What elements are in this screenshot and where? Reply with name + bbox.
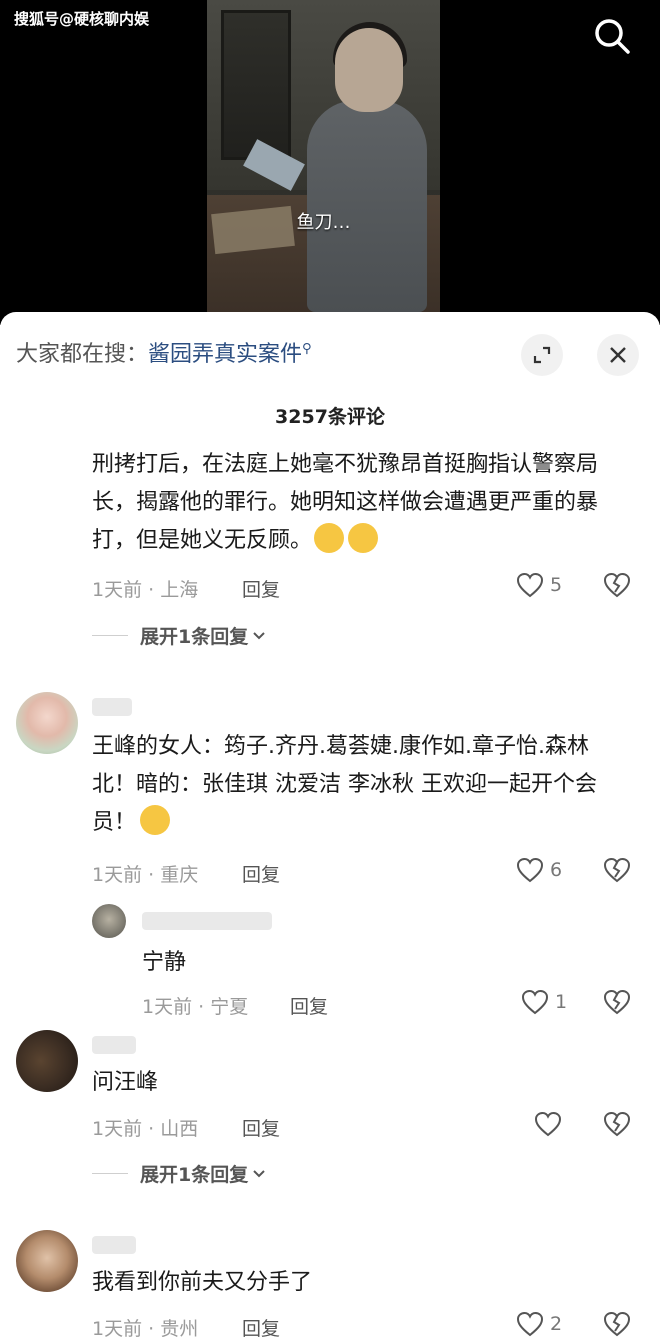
broken-heart-icon xyxy=(603,1311,631,1337)
divider-line xyxy=(92,635,128,636)
video-frame: 鱼刀… xyxy=(207,0,440,312)
fullscreen-button[interactable] xyxy=(521,334,563,376)
avatar[interactable] xyxy=(16,1230,78,1292)
username-blurred xyxy=(92,1036,136,1054)
video-subtitle: 鱼刀… xyxy=(296,212,351,233)
search-icon xyxy=(595,19,630,54)
like-button[interactable]: 6 xyxy=(516,857,562,883)
close-icon xyxy=(610,347,626,363)
chevron-down-icon xyxy=(253,631,265,639)
scene-figure xyxy=(307,100,427,312)
dislike-button[interactable] xyxy=(603,857,631,887)
comment-meta: 1天前 · 重庆 xyxy=(92,864,199,886)
expand-replies-label: 展开1条回复 xyxy=(140,1164,249,1186)
comment-meta: 1天前 · 宁夏 xyxy=(142,996,249,1018)
heart-icon xyxy=(521,989,549,1015)
heart-icon xyxy=(534,1111,562,1137)
like-button[interactable]: 2 xyxy=(516,1311,562,1337)
emoji-icon xyxy=(140,805,171,835)
emoji-icon xyxy=(348,523,379,553)
reply-button[interactable]: 回复 xyxy=(242,1314,280,1339)
comment-meta: 1天前 · 山西 xyxy=(92,1118,199,1140)
like-button[interactable] xyxy=(534,1111,568,1137)
expand-replies-button[interactable]: 展开1条回复 xyxy=(92,622,266,649)
hot-search-link[interactable]: 大家都在搜：酱园弄真实案件⚲ xyxy=(16,336,312,368)
comment-meta: 1天前 · 上海 xyxy=(92,579,199,601)
video-player[interactable]: 鱼刀… 搜狐号@硬核聊内娱 xyxy=(0,0,660,325)
hot-search-prefix: 大家都在搜： xyxy=(16,342,149,367)
comment-text: 问汪峰 xyxy=(92,1070,159,1095)
username-blurred xyxy=(92,698,132,716)
divider-line xyxy=(92,1173,128,1174)
reply-button[interactable]: 回复 xyxy=(242,575,280,602)
chevron-down-icon xyxy=(253,1169,265,1177)
scene-window xyxy=(221,10,291,160)
close-button[interactable] xyxy=(597,334,639,376)
emoji-icon xyxy=(314,523,345,553)
watermark: 搜狐号@硬核聊内娱 xyxy=(14,10,150,28)
avatar[interactable] xyxy=(16,692,78,754)
like-button[interactable]: 1 xyxy=(521,989,567,1015)
broken-heart-icon xyxy=(603,572,631,598)
comment-item: 刑拷打后，在法庭上她毫不犹豫昂首挺胸指认警察局长，揭露他的罪行。她明知这样做会遭… xyxy=(0,442,660,648)
username-blurred xyxy=(92,1236,136,1254)
like-count: 1 xyxy=(555,991,568,1013)
like-count: 5 xyxy=(550,574,563,596)
search-small-icon: ⚲ xyxy=(302,341,312,357)
reply-item: 宁静 1天前 · 宁夏 回复 1 xyxy=(0,902,660,1022)
broken-heart-icon xyxy=(603,857,631,883)
avatar[interactable] xyxy=(16,1030,78,1092)
expand-icon xyxy=(533,346,551,364)
reply-button[interactable]: 回复 xyxy=(242,860,280,887)
hot-search-term[interactable]: 酱园弄真实案件 xyxy=(148,342,302,367)
heart-icon xyxy=(516,1311,544,1337)
comment-text: 王峰的女人：筠子.齐丹.葛荟婕.康作如.章子怡.森林北！暗的：张佳琪 沈爱洁 李… xyxy=(92,728,632,842)
like-count: 6 xyxy=(550,859,563,881)
expand-replies-button[interactable]: 展开1条回复 xyxy=(92,1160,266,1187)
dislike-button[interactable] xyxy=(603,1111,631,1141)
broken-heart-icon xyxy=(603,989,631,1015)
expand-replies-label: 展开1条回复 xyxy=(140,626,249,648)
broken-heart-icon xyxy=(603,1111,631,1137)
dislike-button[interactable] xyxy=(603,572,631,602)
dislike-button[interactable] xyxy=(603,1311,631,1339)
comment-meta: 1天前 · 贵州 xyxy=(92,1318,199,1339)
scene-head xyxy=(335,28,403,112)
comment-text: 我看到你前夫又分手了 xyxy=(92,1270,313,1295)
comment-sheet: 大家都在搜：酱园弄真实案件⚲ 3257条评论 刑拷打后，在法庭上她毫不犹豫昂首挺… xyxy=(0,312,660,1339)
username-blurred xyxy=(142,912,272,930)
comment-item: 我看到你前夫又分手了 1天前 · 贵州 回复 2 xyxy=(0,1228,660,1339)
heart-icon xyxy=(516,857,544,883)
comment-text-body: 刑拷打后，在法庭上她毫不犹豫昂首挺胸指认警察局长，揭露他的罪行。她明知这样做会遭… xyxy=(92,452,599,553)
reply-button[interactable]: 回复 xyxy=(290,992,328,1019)
dislike-button[interactable] xyxy=(603,989,631,1019)
search-button[interactable] xyxy=(592,16,632,56)
like-button[interactable]: 5 xyxy=(516,572,562,598)
comment-text: 刑拷打后，在法庭上她毫不犹豫昂首挺胸指认警察局长，揭露他的罪行。她明知这样做会遭… xyxy=(92,446,622,560)
reply-button[interactable]: 回复 xyxy=(242,1114,280,1141)
comment-item: 问汪峰 1天前 · 山西 回复 展开1条回复 xyxy=(0,1028,660,1208)
avatar[interactable] xyxy=(92,904,126,938)
comment-count: 3257条评论 xyxy=(275,406,385,428)
comment-item: 王峰的女人：筠子.齐丹.葛荟婕.康作如.章子怡.森林北！暗的：张佳琪 沈爱洁 李… xyxy=(0,690,660,890)
like-count: 2 xyxy=(550,1313,563,1335)
comment-text: 宁静 xyxy=(142,950,187,975)
heart-icon xyxy=(516,572,544,598)
